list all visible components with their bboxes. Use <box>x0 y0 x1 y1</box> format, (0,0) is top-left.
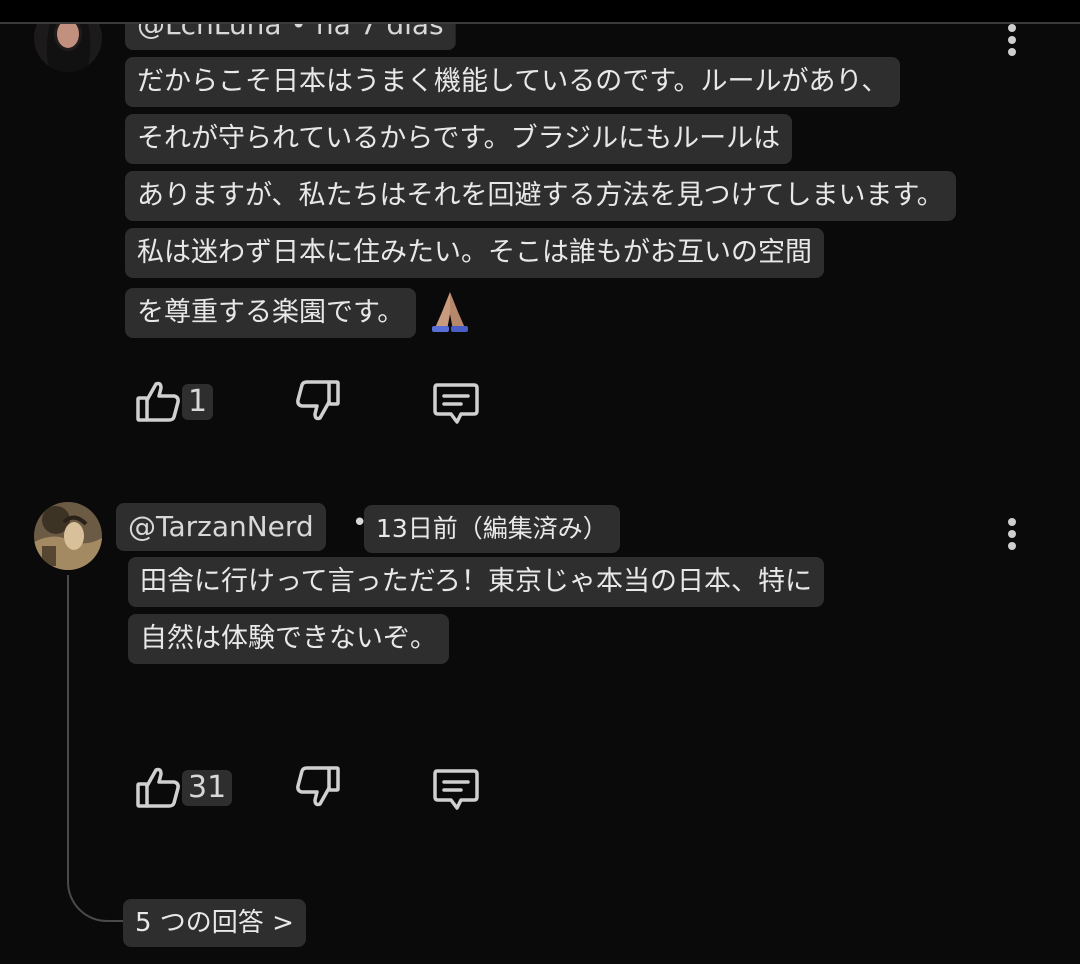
like-icon[interactable] <box>134 376 184 426</box>
more-options-icon[interactable] <box>1007 518 1017 552</box>
view-replies-button[interactable]: 5 つの回答 > <box>123 899 306 947</box>
thread-connector <box>67 575 127 922</box>
comment-text-line: 田舎に行けって言っただろ！東京じゃ本当の日本、特に <box>128 557 825 607</box>
comment-text-line: それが守られているからです。ブラジルにもルールは <box>125 114 793 164</box>
timestamp: 13日前（編集済み） <box>364 505 620 553</box>
like-icon[interactable] <box>134 762 184 812</box>
like-count: 31 <box>182 770 233 806</box>
dislike-icon[interactable] <box>292 376 342 426</box>
comment-text-line: 自然は体験できないぞ。 <box>128 614 449 664</box>
reply-icon[interactable] <box>431 377 481 427</box>
avatar[interactable] <box>34 502 102 570</box>
comment-text-line: ありますが、私たちはそれを回避する方法を見つけてしまいます。 <box>125 171 956 221</box>
comment-text-line: 私は迷わず日本に住みたい。そこは誰もがお互いの空間 <box>125 228 824 278</box>
more-options-icon[interactable] <box>1007 24 1017 58</box>
top-crop <box>0 0 1080 24</box>
like-count: 1 <box>182 384 214 420</box>
reply-icon[interactable] <box>431 763 481 813</box>
folded-hands-emoji <box>427 290 473 332</box>
comment-author-handle[interactable]: @TarzanNerd <box>116 503 326 551</box>
dislike-icon[interactable] <box>292 762 342 812</box>
comment-text-line: を尊重する楽園です。 <box>125 288 417 338</box>
comments-screen: @LchLuna • há 7 dias だからこそ日本はうまく機能しているので… <box>0 0 1080 964</box>
comment-text-line: だからこそ日本はうまく機能しているのです。ルールがあり、 <box>125 57 901 107</box>
